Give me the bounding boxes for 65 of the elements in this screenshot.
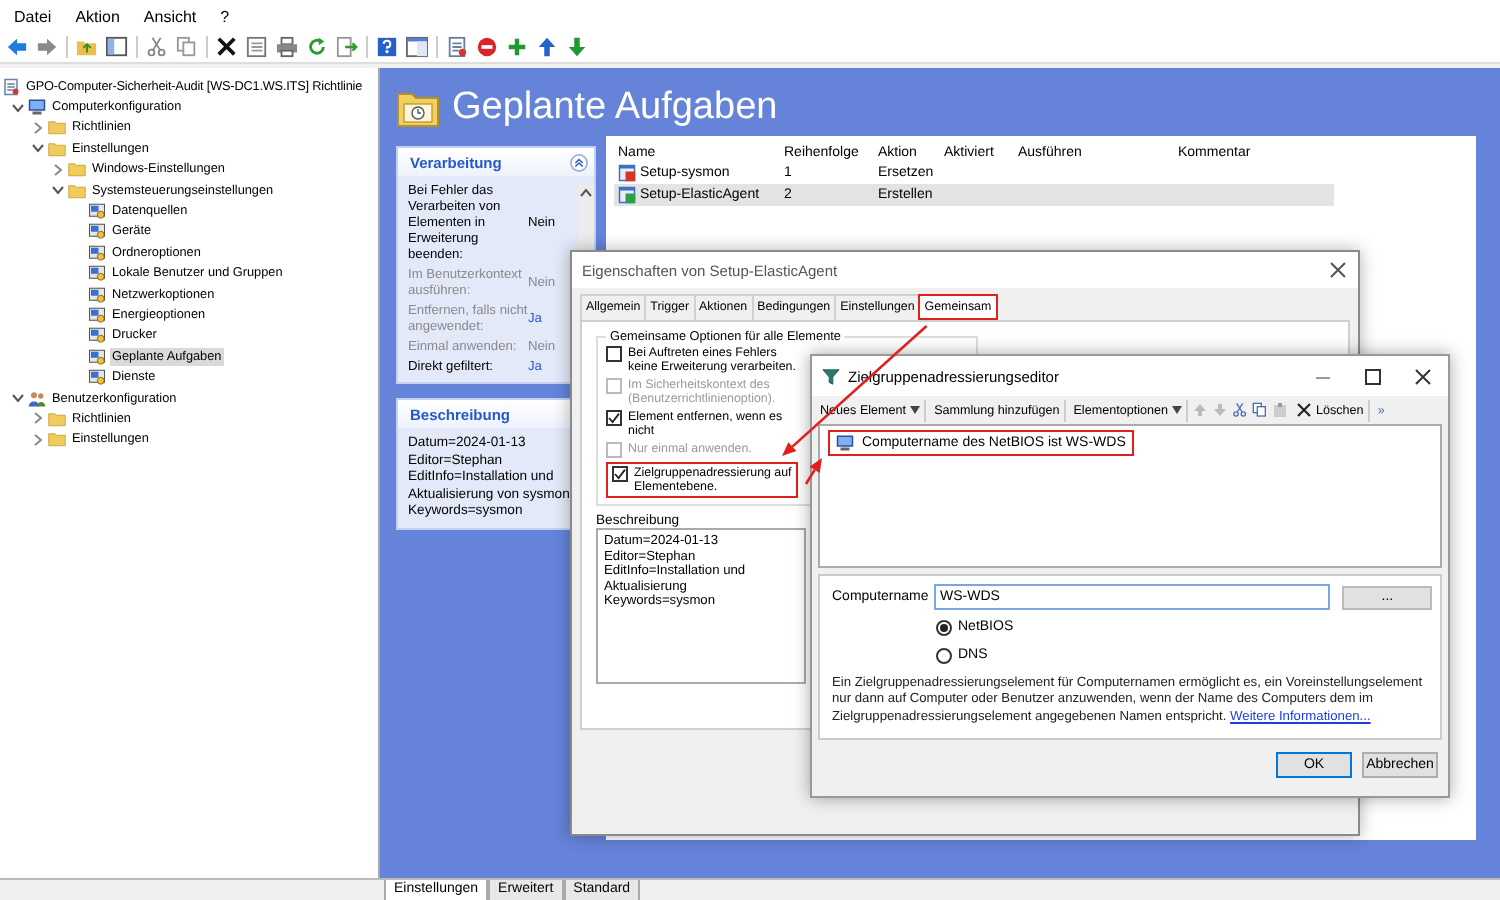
folder-icon [396, 87, 440, 127]
chevron-right-icon[interactable] [32, 433, 44, 446]
copy-icon[interactable] [176, 36, 198, 58]
checkbox[interactable] [612, 466, 628, 482]
properties-icon[interactable] [246, 36, 268, 58]
preference-item-icon [88, 222, 106, 241]
plus-icon[interactable] [506, 36, 528, 58]
preference-item-icon [88, 347, 106, 366]
stop-icon[interactable] [476, 36, 498, 58]
users-icon [28, 389, 46, 408]
preference-item-icon [88, 285, 106, 304]
radio-button[interactable] [936, 647, 952, 663]
menu-item[interactable]: Ansicht [131, 7, 209, 25]
back-arrow-icon[interactable] [6, 36, 28, 58]
chevron-right-icon[interactable] [32, 121, 44, 134]
policy-document-icon[interactable] [446, 36, 468, 58]
down-arrow-icon[interactable] [566, 36, 588, 58]
caret-icon [910, 406, 921, 414]
checkbox[interactable] [606, 346, 622, 362]
chevron-down-icon[interactable] [12, 101, 24, 114]
scissors-icon[interactable] [1232, 402, 1248, 418]
collapse-icon[interactable] [570, 153, 588, 171]
folder-up-icon[interactable] [76, 36, 98, 58]
console-tree-icon[interactable] [106, 36, 128, 58]
preference-item-icon [88, 202, 106, 221]
menu-item[interactable]: ? [208, 7, 242, 25]
refresh-icon[interactable] [306, 36, 328, 58]
delete-icon[interactable] [216, 36, 238, 58]
scissors-icon[interactable] [146, 36, 168, 58]
export-icon[interactable] [336, 36, 358, 58]
check-icon [614, 468, 626, 480]
scroll-up-icon[interactable] [580, 188, 592, 198]
forward-arrow-icon[interactable] [36, 36, 58, 58]
chevron-right-icon[interactable] [52, 163, 64, 176]
scheduled-task-icon [618, 164, 636, 183]
preference-item-icon [88, 243, 106, 262]
menu-item[interactable]: Datei [2, 7, 64, 25]
computer-icon [836, 434, 854, 452]
copy-icon[interactable] [1252, 402, 1268, 418]
maximize-icon[interactable] [1364, 367, 1382, 385]
up-arrow-icon[interactable] [536, 36, 558, 58]
caret-icon [1172, 406, 1182, 414]
close-icon[interactable] [1414, 367, 1432, 385]
preference-item-icon [88, 305, 106, 324]
view-icon[interactable] [406, 36, 428, 58]
check-icon [608, 412, 620, 424]
checkbox[interactable] [606, 410, 622, 426]
clipboard-icon[interactable] [1272, 402, 1288, 418]
preference-item-icon [88, 264, 106, 283]
computer-icon [28, 98, 46, 117]
scheduled-task-icon [618, 185, 636, 204]
close-icon[interactable] [1330, 262, 1346, 278]
chevron-down-icon[interactable] [12, 392, 24, 405]
radio-button[interactable] [936, 619, 952, 635]
filter-icon [822, 367, 840, 385]
help-icon[interactable] [376, 36, 398, 58]
menu-item[interactable]: Aktion [63, 7, 132, 25]
preference-item-icon [88, 368, 106, 387]
section-title: Geplante Aufgaben [452, 85, 778, 129]
close-icon [1296, 402, 1312, 418]
preference-item-icon [88, 326, 106, 345]
chevron-down-icon[interactable] [32, 142, 44, 155]
chevron-down-icon[interactable] [52, 184, 64, 197]
chevron-right-icon[interactable] [32, 412, 44, 425]
print-icon[interactable] [276, 36, 298, 58]
